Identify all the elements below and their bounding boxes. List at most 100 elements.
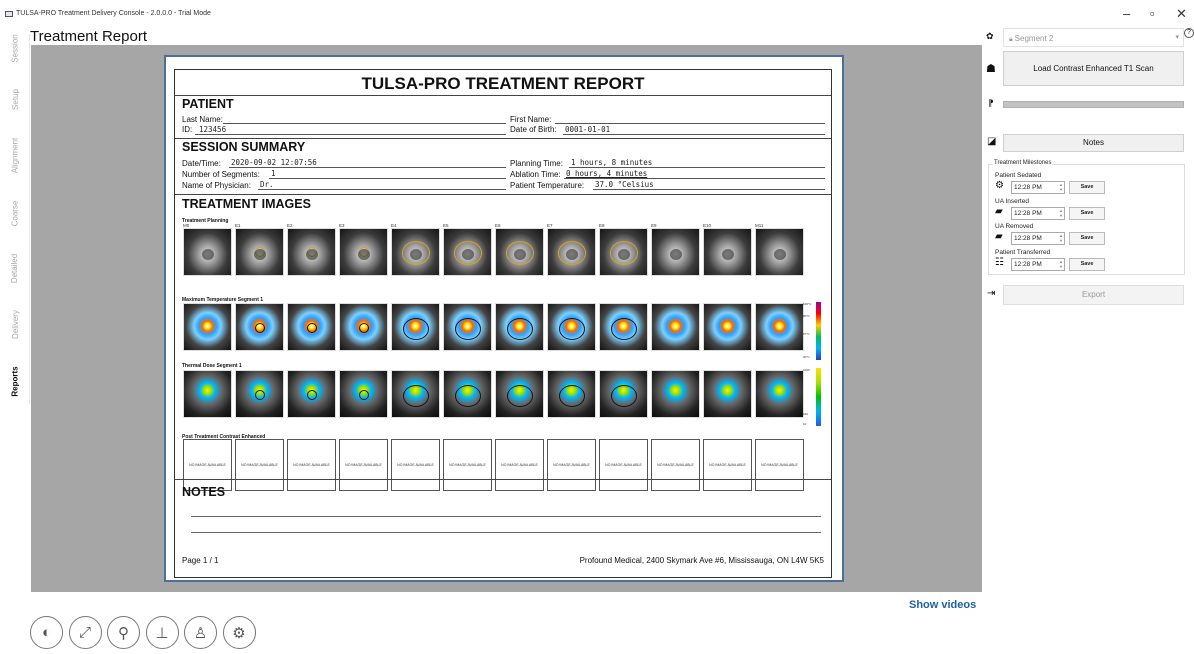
milestone-time-input[interactable]: 12:28 PM ▲ ▼ <box>1011 232 1065 245</box>
tab-alignment[interactable]: Alignment <box>0 127 30 184</box>
milestones-group: Treatment Milestones Patient Sedated ⚙ 12:… <box>988 160 1185 275</box>
milestone-time-value: 12:28 PM <box>1014 260 1042 268</box>
divider <box>175 95 831 96</box>
time-spinner-icon[interactable]: ▲ ▼ <box>1059 259 1063 269</box>
image-row-label: Treatment Planning <box>182 218 229 224</box>
milestone-time-input[interactable]: 12:28 PM ▲ ▼ <box>1011 206 1065 220</box>
mri-image <box>495 370 544 418</box>
mri-scanner-icon[interactable]: ◐ <box>30 616 63 649</box>
load-contrast-button[interactable]: Load Contrast Enhanced T1 Scan <box>1003 51 1184 86</box>
tab-session[interactable]: Session <box>0 20 30 77</box>
close-icon[interactable]: ✕ <box>1176 6 1187 22</box>
no-image-text: NO IMAGE AVAILABLE <box>397 463 434 467</box>
remove-icon: ▰ <box>995 231 1003 242</box>
no-image-placeholder: NO IMAGE AVAILABLE <box>183 439 232 491</box>
underline <box>195 134 506 135</box>
milestone-save-button[interactable]: Save <box>1069 206 1105 220</box>
mri-image <box>287 370 336 418</box>
milestone-time-input[interactable]: 12:28 PM ▲ ▼ <box>1011 257 1065 271</box>
tab-setup[interactable]: Setup <box>0 71 30 128</box>
no-image-text: NO IMAGE AVAILABLE <box>293 463 330 467</box>
temperature-label: Patient Temperature: <box>510 181 585 190</box>
tab-delivery[interactable]: Delivery <box>0 296 30 353</box>
minimize-icon[interactable]: – <box>1123 6 1130 21</box>
id-value: 123456 <box>199 125 227 134</box>
divider <box>175 194 831 195</box>
underline <box>593 189 825 190</box>
prostate-outline <box>307 323 317 333</box>
time-spinner-icon[interactable]: ▲ ▼ <box>1059 208 1063 218</box>
mri-image <box>651 370 700 418</box>
milestone-save-button[interactable]: Save <box>1069 232 1105 245</box>
prostate-outline <box>559 385 585 407</box>
mri-image <box>339 303 388 351</box>
bed-icon: ☷ <box>995 256 1004 268</box>
no-image-text: NO IMAGE AVAILABLE <box>189 463 226 467</box>
no-image-placeholder: NO IMAGE AVAILABLE <box>547 439 596 491</box>
notes-button[interactable]: Notes <box>1003 134 1184 152</box>
no-image-placeholder: NO IMAGE AVAILABLE <box>755 439 804 491</box>
treatment-contour <box>255 247 265 257</box>
mri-image <box>443 370 492 418</box>
milestone-save-button[interactable]: Save <box>1069 257 1105 271</box>
mri-image <box>235 303 284 351</box>
mri-image <box>547 303 596 351</box>
milestone-save-button[interactable]: Save <box>1069 181 1105 194</box>
session-heading: SESSION SUMMARY <box>182 140 306 154</box>
milestone-time-input[interactable]: 12:28 PM ▲ ▼ <box>1011 181 1065 194</box>
datetime-label: Date/Time: <box>182 159 221 168</box>
settings-gear-icon[interactable]: ⚙ <box>222 616 256 649</box>
mri-image <box>651 228 700 276</box>
no-image-placeholder: NO IMAGE AVAILABLE <box>495 439 544 491</box>
report-frame: TULSA-PRO TREATMENT REPORT PATIENT Last … <box>174 69 832 578</box>
time-spinner-icon[interactable]: ▲ ▼ <box>1059 182 1063 192</box>
no-image-text: NO IMAGE AVAILABLE <box>501 463 538 467</box>
mri-image <box>443 303 492 351</box>
mri-image <box>495 228 544 276</box>
maximize-icon[interactable]: ▫ <box>1150 6 1155 21</box>
mri-image <box>339 228 388 276</box>
prostate-outline <box>611 385 637 407</box>
tab-coarse[interactable]: Coarse <box>0 185 30 242</box>
mri-image <box>183 370 232 418</box>
show-videos-link[interactable]: Show videos <box>909 599 976 611</box>
no-image-text: NO IMAGE AVAILABLE <box>345 463 382 467</box>
mri-image <box>287 303 336 351</box>
tab-detailed[interactable]: Detailed <box>0 240 30 297</box>
app-icon <box>5 11 13 17</box>
mri-image <box>443 228 492 276</box>
prostate-outline <box>403 385 429 407</box>
help-icon[interactable]: ? <box>1184 28 1194 38</box>
treatment-contour <box>506 241 534 265</box>
physician-value: Dr. <box>260 180 274 189</box>
no-image-placeholder: NO IMAGE AVAILABLE <box>443 439 492 491</box>
mri-image <box>755 228 804 276</box>
segment-select[interactable]: 🔒︎ Segment 2 ▾ <box>1003 28 1184 47</box>
milestone-label: Patient Transferred <box>995 248 1051 256</box>
first-name-label: First Name: <box>510 115 552 124</box>
colorbar-tick-label: 80°C <box>803 314 810 318</box>
prostate-outline <box>359 390 369 400</box>
scan-icon: ☗ <box>986 63 996 75</box>
export-button[interactable]: Export <box>1003 285 1184 305</box>
progress-bar <box>1003 101 1184 108</box>
export-icon: ⇥ <box>987 288 996 299</box>
time-spinner-icon[interactable]: ▲ ▼ <box>1059 233 1063 243</box>
divider <box>175 138 831 139</box>
temperature-value: 37.0 °Celsius <box>595 180 654 189</box>
title-bar: TULSA-PRO Treatment Delivery Console - 2… <box>0 0 1194 26</box>
milestone-time-value: 12:28 PM <box>1014 209 1042 217</box>
no-image-text: NO IMAGE AVAILABLE <box>761 463 798 467</box>
mri-image <box>651 303 700 351</box>
patient-body-icon[interactable]: ♙ <box>184 616 217 649</box>
catheter-icon[interactable]: ⚲ <box>107 616 140 649</box>
thermometer-icon: ⁋ <box>988 98 994 108</box>
notes-line <box>191 532 821 533</box>
mri-image <box>183 228 232 276</box>
dob-value: 0001-01-01 <box>565 125 611 134</box>
prostate-outline <box>611 318 637 340</box>
tab-reports[interactable]: Reports <box>0 353 30 410</box>
treatment-device-icon[interactable]: ⊥ <box>145 616 179 649</box>
patient-table-icon[interactable]: ⤢ <box>68 616 102 649</box>
ablation-value: 0 hours, 4 minutes <box>566 169 648 178</box>
